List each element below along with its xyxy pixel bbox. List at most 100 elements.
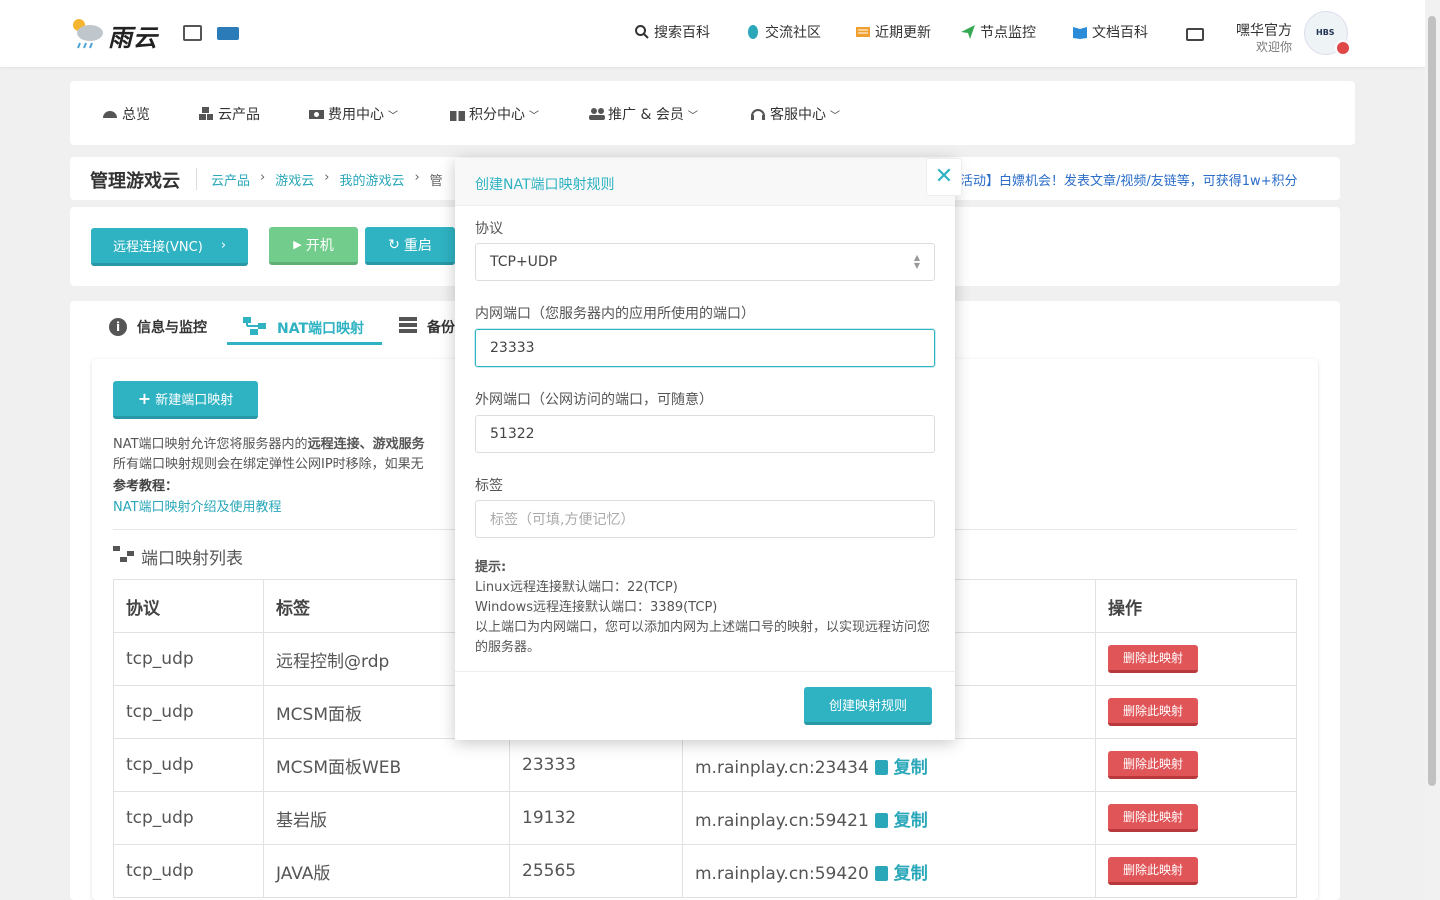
book-icon [1072, 24, 1088, 40]
plus-icon: + [137, 389, 152, 408]
cell-actions: 删除此映射 [1095, 791, 1297, 845]
tab-nat[interactable]: NAT端口映射 [243, 317, 364, 339]
gift-icon [449, 106, 465, 122]
create-rule-button[interactable]: 创建映射规则 [804, 687, 932, 725]
menu-billing[interactable]: 费用中心 ﹀ [308, 104, 398, 124]
nav-docs[interactable]: 文档百科 [1072, 22, 1148, 42]
menu-support[interactable]: 客服中心 ﹀ [750, 104, 840, 124]
tab-label: 备份 [427, 320, 455, 336]
menu-label: 费用中心 [328, 107, 384, 123]
settings-badge-icon [1335, 40, 1351, 56]
active-tab-indicator [227, 342, 382, 345]
cell-inner-port: 23333 [509, 738, 683, 792]
nav-label: 文档百科 [1092, 25, 1148, 41]
protocol-select[interactable]: TCP+UDP ▲ ▼ [475, 243, 935, 281]
table-row: tcp_udp JAVA版 25565 m.rainplay.cn:59420 复制 删除… [113, 844, 1297, 898]
translate-icon[interactable] [217, 27, 239, 40]
logo-text[interactable]: 雨云 [108, 18, 158, 53]
breadcrumb-divider [196, 168, 197, 190]
tag-label: 标签 [475, 478, 503, 494]
list-title: 端口映射列表 [113, 544, 243, 569]
nat-desc-line1: NAT端口映射允许您将服务器内的远程连接、游戏服务 [113, 435, 455, 455]
server-icon [399, 317, 417, 337]
user-name[interactable]: 嘿华官方 [1236, 20, 1292, 40]
scrollbar-thumb[interactable] [1428, 16, 1436, 786]
cell-tag: 基岩版 [263, 791, 510, 845]
qq-icon [745, 24, 761, 40]
close-icon[interactable]: ✕ [926, 158, 962, 196]
chevron-down-icon: ﹀ [687, 110, 698, 122]
money-icon [308, 106, 324, 122]
avatar-text: HBS [1316, 28, 1335, 37]
vnc-button[interactable]: 远程连接(VNC) › [91, 228, 248, 266]
delete-mapping-button[interactable]: 删除此映射 [1108, 751, 1199, 779]
copy-button[interactable]: 复制 [874, 757, 928, 778]
delete-mapping-button[interactable]: 删除此映射 [1108, 645, 1199, 673]
tab-backup[interactable]: 备份 [399, 317, 455, 337]
logo-icon[interactable] [70, 16, 106, 50]
tab-info[interactable]: i 信息与监控 [109, 317, 207, 337]
cell-address: m.rainplay.cn:59421 复制 [682, 791, 1096, 845]
search-icon [634, 24, 650, 40]
modal-footer [455, 671, 955, 672]
chevron-down-icon: ﹀ [529, 110, 539, 122]
menu-cloud-products[interactable]: 云产品 [198, 104, 260, 124]
inner-port-input[interactable]: 23333 [475, 329, 935, 367]
breadcrumb-item[interactable]: 云产品 [211, 170, 250, 189]
breadcrumb-links: 云产品 › 游戏云 › 我的游戏云 › 管 [211, 170, 443, 189]
nat-desc-line2: 所有端口映射规则会在绑定弹性公网IP时移除，如果无 [113, 457, 424, 472]
cell-inner-port: 25565 [509, 844, 683, 898]
hint-line: 以上端口为内网端口，您可以添加内网为上述端口号的映射，以实现远程访问您的服务器。 [475, 620, 931, 655]
new-mapping-button[interactable]: + 新建端口映射 [113, 381, 258, 419]
avatar[interactable]: HBS [1304, 11, 1351, 56]
cell-actions: 删除此映射 [1095, 844, 1297, 898]
delete-mapping-button[interactable]: 删除此映射 [1108, 857, 1199, 885]
nav-updates[interactable]: 近期更新 [855, 22, 931, 42]
nav-label: 交流社区 [765, 25, 821, 41]
restart-button[interactable]: ↻ 重启 [365, 227, 455, 265]
tab-label: 信息与监控 [137, 320, 207, 336]
page-title: 管理游戏云 [90, 171, 180, 192]
protocol-value: TCP+UDP [490, 254, 558, 270]
breadcrumb-item[interactable]: 我的游戏云 [339, 170, 404, 189]
copy-icon [874, 812, 888, 828]
new-mapping-label: 新建端口映射 [155, 393, 234, 408]
nav-community[interactable]: 交流社区 [745, 22, 821, 42]
copy-label: 复制 [893, 863, 928, 884]
mail-icon[interactable] [1186, 28, 1204, 41]
start-button[interactable]: ▶ 开机 [269, 227, 358, 265]
vnc-label: 远程连接(VNC) [112, 240, 203, 255]
cell-protocol: tcp_udp [113, 685, 264, 739]
menu-label: 云产品 [218, 107, 260, 123]
sitemap-icon [243, 317, 267, 339]
cell-inner-port: 19132 [509, 791, 683, 845]
cell-address: m.rainplay.cn:23434 复制 [682, 738, 1096, 792]
tag-input[interactable]: 标签（可填,方便记忆） [475, 500, 935, 538]
copy-label: 复制 [893, 757, 928, 778]
promo-notice[interactable]: 活动】白嫖机会！发表文章/视频/友链等，可获得1w+积分 [960, 170, 1298, 189]
ref-link[interactable]: NAT端口映射介绍及使用教程 [113, 496, 282, 515]
menu-overview[interactable]: 总览 [102, 104, 150, 124]
sort-icon: ▲ ▼ [913, 253, 920, 270]
image-icon[interactable] [183, 25, 202, 41]
menu-points[interactable]: 积分中心 ﹀ [449, 104, 539, 124]
outer-port-input[interactable]: 51322 [475, 415, 935, 453]
cubes-icon [198, 106, 214, 122]
cell-address: m.rainplay.cn:59420 复制 [682, 844, 1096, 898]
cell-actions: 删除此映射 [1095, 738, 1297, 792]
nav-search[interactable]: 搜索百科 [634, 22, 710, 42]
cell-actions: 删除此映射 [1095, 685, 1297, 739]
delete-mapping-button[interactable]: 删除此映射 [1108, 698, 1199, 726]
nav-monitor[interactable]: 节点监控 [960, 22, 1036, 42]
table-row: tcp_udp MCSM面板WEB 23333 m.rainplay.cn:23434… [113, 738, 1297, 792]
menu-promotion[interactable]: 推广 & 会员 ﹀ [588, 104, 698, 124]
nat-desc-bold: 远程连接、游戏服务 [307, 437, 425, 452]
menu-label: 推广 & 会员 [608, 107, 684, 123]
list-title-text: 端口映射列表 [141, 549, 243, 569]
modal-header: 创建NAT端口映射规则 [455, 158, 955, 206]
breadcrumb-item[interactable]: 游戏云 [275, 170, 314, 189]
copy-button[interactable]: 复制 [874, 863, 928, 884]
restart-label: 重启 [403, 237, 432, 254]
delete-mapping-button[interactable]: 删除此映射 [1108, 804, 1199, 832]
copy-button[interactable]: 复制 [874, 811, 928, 831]
